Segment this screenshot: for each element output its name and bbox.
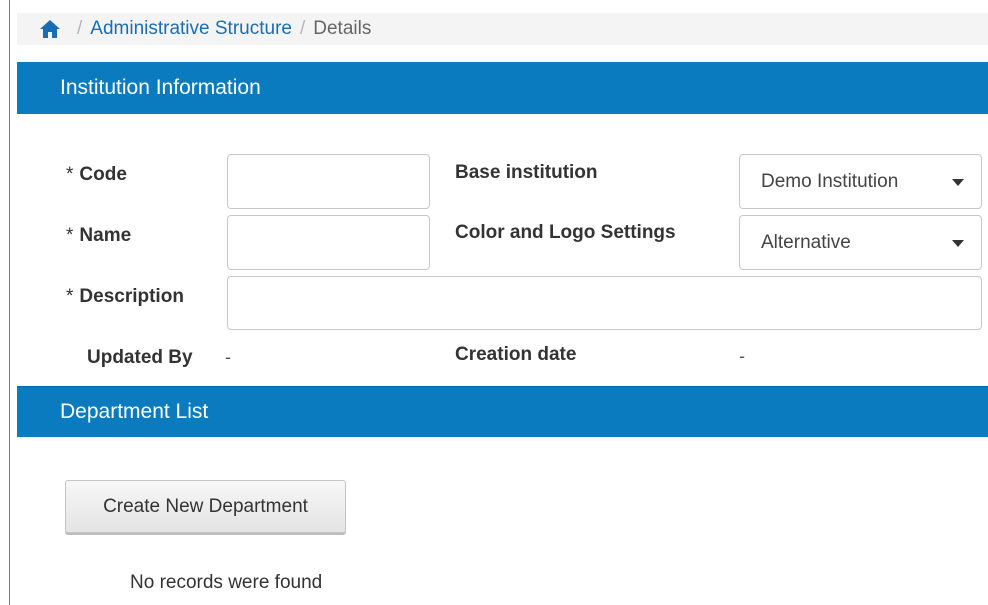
breadcrumb-administrative-structure[interactable]: Administrative Structure	[90, 18, 292, 40]
create-new-department-button[interactable]: Create New Department	[65, 480, 346, 533]
name-input[interactable]	[227, 215, 430, 270]
required-marker: *	[66, 225, 74, 246]
required-marker: *	[66, 164, 74, 185]
color-logo-select[interactable]: Alternative	[739, 215, 982, 270]
name-label-text: Name	[79, 225, 132, 246]
updated-by-value: -	[225, 347, 231, 367]
name-label: * Name	[66, 225, 131, 247]
home-icon[interactable]	[39, 19, 61, 39]
color-logo-value: Alternative	[761, 231, 851, 253]
updated-by-label: Updated By	[87, 347, 193, 368]
base-institution-select[interactable]: Demo Institution	[739, 154, 982, 209]
breadcrumb-separator: /	[77, 18, 83, 39]
breadcrumb-separator: /	[299, 18, 306, 39]
no-records-message: No records were found	[130, 572, 323, 593]
institution-info-header: Institution Information	[17, 62, 988, 114]
creation-date-value: -	[739, 346, 745, 366]
code-label: * Code	[66, 164, 127, 186]
creation-date-label: Creation date	[455, 344, 577, 365]
required-marker: *	[66, 286, 74, 307]
description-label-text: Description	[79, 286, 184, 307]
breadcrumb-details: Details	[313, 18, 372, 39]
description-label: * Description	[66, 286, 184, 308]
breadcrumb: / Administrative Structure / Details	[17, 13, 988, 45]
department-list-title: Department List	[60, 400, 209, 423]
code-label-text: Code	[79, 164, 127, 185]
description-input[interactable]	[227, 276, 982, 330]
base-institution-value: Demo Institution	[761, 170, 899, 192]
caret-down-icon	[952, 178, 964, 186]
caret-down-icon	[952, 239, 964, 247]
color-logo-label: Color and Logo Settings	[455, 222, 676, 243]
base-institution-label: Base institution	[455, 162, 598, 183]
department-list-header: Department List	[17, 386, 988, 437]
code-input[interactable]	[227, 154, 430, 209]
institution-info-title: Institution Information	[60, 76, 261, 99]
